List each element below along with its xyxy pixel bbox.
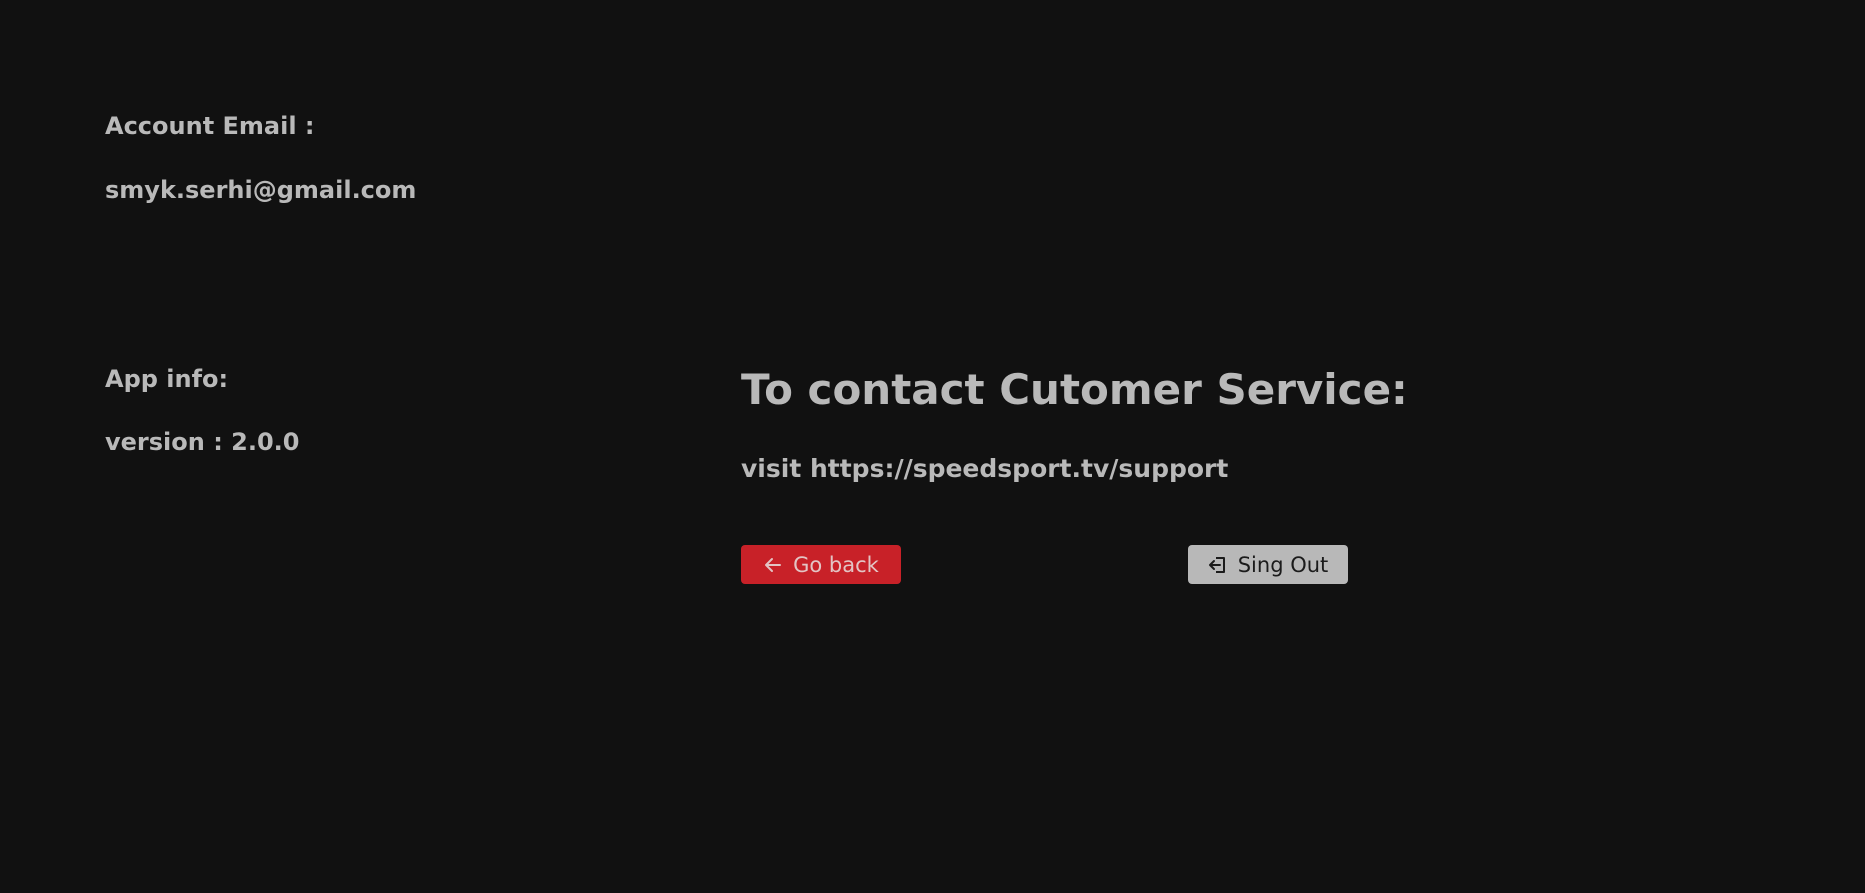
go-back-button[interactable]: Go back bbox=[741, 545, 901, 584]
settings-page: Account Email : smyk.serhi@gmail.com App… bbox=[0, 0, 1865, 893]
sign-out-button[interactable]: Sing Out bbox=[1188, 545, 1348, 584]
account-email-label: Account Email : bbox=[105, 112, 315, 140]
go-back-label: Go back bbox=[793, 552, 879, 577]
app-version: version : 2.0.0 bbox=[105, 428, 300, 456]
contact-support-link[interactable]: visit https://speedsport.tv/support bbox=[741, 454, 1228, 484]
app-info-label: App info: bbox=[105, 365, 229, 393]
contact-heading: To contact Cutomer Service: bbox=[741, 365, 1408, 414]
sign-out-icon bbox=[1208, 555, 1228, 575]
arrow-left-icon bbox=[763, 555, 783, 575]
sign-out-label: Sing Out bbox=[1237, 552, 1329, 577]
account-email-value: smyk.serhi@gmail.com bbox=[105, 176, 417, 204]
